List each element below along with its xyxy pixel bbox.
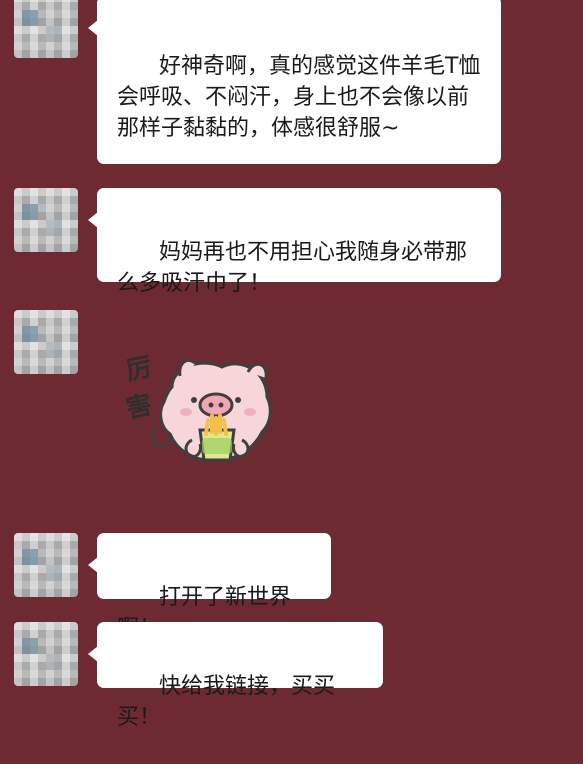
message-bubble[interactable]: 打开了新世界啊！ [88, 533, 331, 641]
avatar[interactable] [14, 0, 78, 58]
message-bubble[interactable]: 好神奇啊，真的感觉这件羊毛T恤会呼吸、不闷汗，身上也不会像以前那样子黏黏的，体感… [88, 0, 501, 164]
sticker-text-2: 害 [123, 389, 155, 425]
message-text: 快给我链接，买买买！ [117, 674, 335, 730]
chat-window: 好神奇啊，真的感觉这件羊毛T恤会呼吸、不闷汗，身上也不会像以前那样子黏黏的，体感… [0, 0, 583, 730]
pig-sticker-graphic: 厉 害 [123, 352, 272, 462]
pig-sticker-icon[interactable]: 厉 害 厉害 [122, 342, 282, 472]
avatar[interactable] [14, 533, 78, 597]
avatar[interactable] [14, 188, 78, 252]
message-text: 好神奇啊，真的感觉这件羊毛T恤会呼吸、不闷汗，身上也不会像以前那样子黏黏的，体感… [117, 54, 481, 141]
avatar[interactable] [14, 310, 78, 374]
message-text: 妈妈再也不用担心我随身必带那么多吸汗巾了！ [117, 240, 467, 296]
avatar[interactable] [14, 622, 78, 686]
message-bubble[interactable]: 妈妈再也不用担心我随身必带那么多吸汗巾了！ [88, 188, 501, 296]
message-bubble[interactable]: 快给我链接，买买买！ [88, 622, 383, 730]
sticker-text-1: 厉 [123, 352, 155, 387]
